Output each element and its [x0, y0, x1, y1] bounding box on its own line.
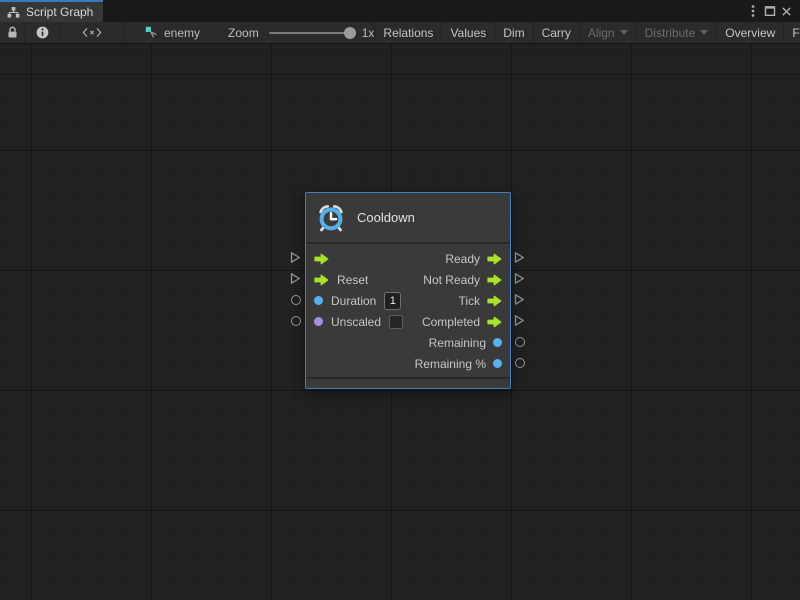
- port-row: Remaining %: [306, 353, 510, 374]
- port-label-remaining: Remaining: [429, 336, 486, 350]
- port-row: Duration 1 Tick: [306, 290, 510, 311]
- ext-port-output-flow-not-ready[interactable]: [514, 272, 525, 285]
- info-icon: [36, 26, 49, 39]
- ext-port-output-value-remaining-pct[interactable]: [515, 358, 525, 368]
- cooldown-node-header[interactable]: Cooldown: [306, 193, 510, 244]
- unscaled-checkbox[interactable]: [389, 315, 403, 329]
- node-ports: Ready Reset Not Ready: [306, 244, 510, 374]
- flow-input-port-icon[interactable]: [314, 274, 329, 286]
- menu-kebab-icon[interactable]: [744, 1, 761, 21]
- lock-button[interactable]: [0, 22, 26, 43]
- flow-output-port-icon[interactable]: [487, 295, 502, 307]
- port-row: Ready: [306, 248, 510, 269]
- node-footer: [306, 377, 510, 388]
- maximize-icon[interactable]: [761, 1, 778, 21]
- window-controls: [744, 0, 800, 22]
- port-label-tick: Tick: [458, 294, 480, 308]
- info-button[interactable]: [26, 22, 60, 43]
- graph-breadcrumb[interactable]: enemy: [145, 22, 200, 43]
- zoom-slider[interactable]: [269, 32, 353, 34]
- port-label-ready: Ready: [445, 252, 480, 266]
- distribute-dropdown: Distribute: [637, 22, 718, 43]
- chevron-down-icon: [700, 30, 708, 35]
- value-input-port-icon[interactable]: [314, 296, 323, 305]
- port-label-duration: Duration: [331, 294, 376, 308]
- port-label-not-ready: Not Ready: [423, 273, 480, 287]
- ext-port-output-flow-completed[interactable]: [514, 314, 525, 327]
- dim-button[interactable]: Dim: [495, 22, 533, 43]
- overview-button[interactable]: Overview: [717, 22, 784, 43]
- port-label-reset: Reset: [337, 273, 368, 287]
- port-label-unscaled: Unscaled: [331, 315, 381, 329]
- angle-brackets-x-icon: [82, 27, 102, 38]
- tab-title: Script Graph: [26, 5, 93, 19]
- port-row: Unscaled Completed: [306, 311, 510, 332]
- zoom-control: Zoom 1x: [228, 22, 374, 43]
- titlebar: Script Graph: [0, 0, 800, 22]
- graph-icon: [7, 7, 20, 18]
- close-icon[interactable]: [778, 1, 795, 21]
- zoom-slider-handle[interactable]: [344, 27, 356, 39]
- graph-canvas[interactable]: Cooldown Ready Reset: [0, 44, 800, 600]
- flow-output-port-icon[interactable]: [487, 274, 502, 286]
- graph-pointer-icon: [145, 26, 158, 39]
- values-button[interactable]: Values: [442, 22, 495, 43]
- ext-port-input-flow-reset[interactable]: [290, 272, 301, 285]
- ext-port-output-flow-ready[interactable]: [514, 251, 525, 264]
- lock-icon: [7, 26, 18, 39]
- carry-button[interactable]: Carry: [534, 22, 580, 43]
- ext-port-output-value-remaining[interactable]: [515, 337, 525, 347]
- port-label-remaining-pct: Remaining %: [415, 357, 486, 371]
- toolbar: enemy Zoom 1x Relations Values Dim Carry…: [0, 22, 800, 44]
- graph-name: enemy: [164, 26, 200, 40]
- flow-output-port-icon[interactable]: [487, 316, 502, 328]
- port-row: Remaining: [306, 332, 510, 353]
- flow-output-port-icon[interactable]: [487, 253, 502, 265]
- value-output-port-icon[interactable]: [493, 338, 502, 347]
- cooldown-node[interactable]: Cooldown Ready Reset: [305, 192, 511, 389]
- code-toggle-button[interactable]: [60, 22, 125, 43]
- tab-script-graph[interactable]: Script Graph: [0, 0, 103, 22]
- zoom-value: 1x: [362, 26, 375, 40]
- duration-value-field[interactable]: 1: [384, 292, 401, 310]
- relations-button[interactable]: Relations: [375, 22, 442, 43]
- ext-port-output-flow-tick[interactable]: [514, 293, 525, 306]
- full-screen-button[interactable]: Full Screen: [784, 22, 800, 43]
- port-label-completed: Completed: [422, 315, 480, 329]
- value-input-port-icon[interactable]: [314, 317, 323, 326]
- zoom-label: Zoom: [228, 26, 259, 40]
- flow-input-port-icon[interactable]: [314, 253, 329, 265]
- value-output-port-icon[interactable]: [493, 359, 502, 368]
- node-title: Cooldown: [357, 210, 415, 225]
- chevron-down-icon: [620, 30, 628, 35]
- ext-port-input-value-duration[interactable]: [291, 295, 301, 305]
- align-dropdown: Align: [580, 22, 637, 43]
- alarm-clock-icon: [316, 203, 346, 233]
- port-row: Reset Not Ready: [306, 269, 510, 290]
- toolbar-right-buttons: Relations Values Dim Carry Align Distrib…: [374, 22, 800, 43]
- ext-port-input-flow-1[interactable]: [290, 251, 301, 264]
- ext-port-input-value-unscaled[interactable]: [291, 316, 301, 326]
- script-graph-window: Script Graph: [0, 0, 800, 600]
